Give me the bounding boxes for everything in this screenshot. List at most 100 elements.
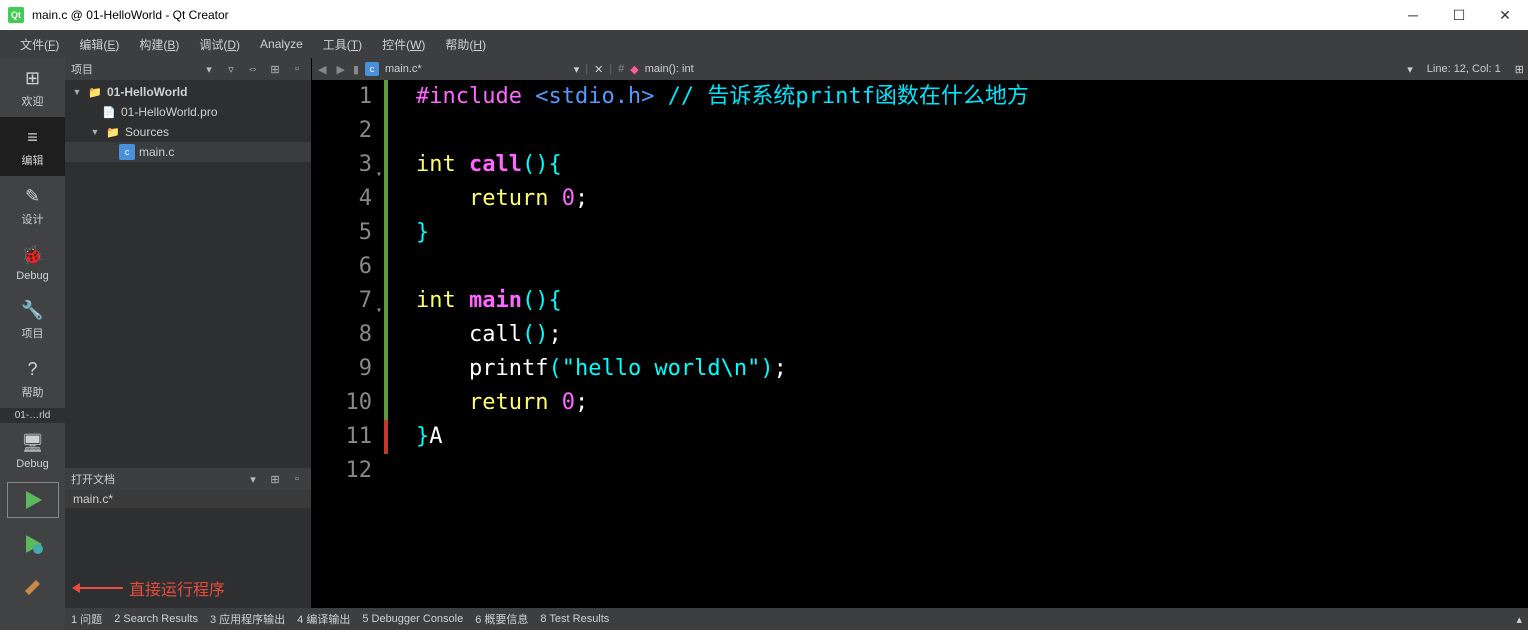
run-button[interactable]: [7, 482, 59, 518]
menu-编辑[interactable]: 编辑(E): [69, 32, 129, 57]
panel-close-icon[interactable]: ▫: [289, 473, 305, 485]
panel-close-icon[interactable]: ▫: [289, 63, 305, 75]
dropdown-icon[interactable]: ▾: [201, 63, 217, 76]
expand-icon: ▼: [89, 127, 101, 137]
mode-icon: 🔧: [21, 298, 45, 322]
link-icon[interactable]: ⇔: [245, 63, 261, 75]
line-number[interactable]: 6: [312, 250, 372, 284]
titlebar: Qt main.c @ 01-HelloWorld - Qt Creator ─…: [0, 0, 1528, 30]
menu-帮助[interactable]: 帮助(H): [435, 32, 496, 57]
output-pane-6-概要信息[interactable]: 6 概要信息: [475, 611, 528, 627]
debug-run-button[interactable]: [7, 526, 59, 562]
code-line[interactable]: printf("hello world\n");: [416, 352, 1528, 386]
code-line[interactable]: [416, 114, 1528, 148]
dropdown-icon[interactable]: ▾: [574, 63, 580, 76]
line-number[interactable]: 9: [312, 352, 372, 386]
menu-构建[interactable]: 构建(B): [129, 32, 189, 57]
output-pane-4-编译输出[interactable]: 4 编译输出: [297, 611, 350, 627]
cursor-position[interactable]: Line: 12, Col: 1: [1419, 63, 1509, 75]
code-line[interactable]: int call(){: [416, 148, 1528, 182]
tree-main-file[interactable]: c main.c: [65, 142, 311, 162]
output-pane-2-Search-Results[interactable]: 2 Search Results: [114, 613, 198, 625]
hammer-icon: [22, 577, 44, 599]
line-number[interactable]: 4: [312, 182, 372, 216]
mode-帮助[interactable]: ?帮助: [0, 349, 65, 408]
mode-项目[interactable]: 🔧项目: [0, 290, 65, 349]
code-line[interactable]: }: [416, 216, 1528, 250]
code-line[interactable]: return 0;: [416, 182, 1528, 216]
line-number[interactable]: 10: [312, 386, 372, 420]
nav-back-button[interactable]: ◀: [316, 63, 328, 76]
mode-icon: 🐞: [21, 243, 45, 267]
mode-欢迎[interactable]: ⊞欢迎: [0, 58, 65, 117]
menu-调试[interactable]: 调试(D): [189, 32, 250, 57]
kit-selector[interactable]: 01-…rld: [0, 408, 65, 423]
code-line[interactable]: return 0;: [416, 386, 1528, 420]
annotation-text: 直接运行程序: [129, 576, 225, 600]
code-line[interactable]: int main(){: [416, 284, 1528, 318]
kit-target-button[interactable]: 🖥 Debug: [0, 423, 65, 478]
mode-设计[interactable]: ✎设计: [0, 176, 65, 235]
code-line[interactable]: #include <stdio.h> // 告诉系统printf函数在什么地方: [416, 80, 1528, 114]
menu-文件[interactable]: 文件(F): [10, 32, 69, 57]
editor-filename: main.c*: [385, 63, 422, 75]
expand-icon: ▼: [71, 87, 83, 97]
line-number[interactable]: 2: [312, 114, 372, 148]
maximize-button[interactable]: ☐: [1436, 0, 1482, 30]
code-editor[interactable]: 123▾4567▾89101112 #include <stdio.h> // …: [312, 80, 1528, 630]
tree-sources-folder[interactable]: ▼ 📁 Sources: [65, 122, 311, 142]
mode-编辑[interactable]: ≡编辑: [0, 117, 65, 176]
nav-forward-button[interactable]: ▶: [334, 63, 346, 76]
mode-icon: ⊞: [21, 66, 45, 90]
tree-main-label: main.c: [139, 145, 174, 159]
split-icon[interactable]: ⊞: [267, 473, 283, 486]
line-number[interactable]: 1: [312, 80, 372, 114]
open-doc-item[interactable]: main.c*: [65, 490, 311, 508]
monitor-icon: 🖥: [21, 431, 45, 455]
filter-icon[interactable]: ▿: [223, 63, 239, 76]
code-line[interactable]: }A: [416, 420, 1528, 454]
menu-工具[interactable]: 工具(T): [313, 32, 372, 57]
line-number[interactable]: 5: [312, 216, 372, 250]
project-panel-title: 项目: [71, 61, 195, 77]
split-editor-icon[interactable]: ⊞: [1515, 63, 1524, 76]
code-line[interactable]: [416, 454, 1528, 488]
line-number[interactable]: 12: [312, 454, 372, 488]
fold-icon[interactable]: ▾: [376, 158, 382, 192]
minimize-button[interactable]: ─: [1390, 0, 1436, 30]
menu-Analyze[interactable]: Analyze: [250, 33, 313, 55]
fold-icon[interactable]: ▾: [376, 294, 382, 328]
build-button[interactable]: [7, 570, 59, 606]
close-button[interactable]: ✕: [1482, 0, 1528, 30]
tree-pro-label: 01-HelloWorld.pro: [121, 105, 218, 119]
editor-area: ◀ ▶ ▮ c main.c* ▾ | ✕ | # ◆ main(): int …: [312, 58, 1528, 630]
pro-file-icon: 📄: [101, 104, 117, 120]
editor-close-button[interactable]: ✕: [594, 63, 603, 76]
code-line[interactable]: call();: [416, 318, 1528, 352]
line-number[interactable]: 3▾: [312, 148, 372, 182]
kit-debug-label: Debug: [16, 458, 48, 470]
output-pane-1-问题[interactable]: 1 问题: [71, 611, 102, 627]
output-panes-bar: 1 问题 2 Search Results 3 应用程序输出 4 编译输出 5 Debu…: [65, 608, 1528, 630]
mode-Debug[interactable]: 🐞Debug: [0, 235, 65, 290]
bookmark-icon[interactable]: ▮: [353, 63, 359, 76]
split-icon[interactable]: ⊞: [267, 63, 283, 76]
tree-root[interactable]: ▼ 📁 01-HelloWorld: [65, 82, 311, 102]
output-pane-8-Test-Results[interactable]: 8 Test Results: [540, 613, 609, 625]
mode-icon: ≡: [21, 125, 45, 149]
annotation-arrow-icon: [73, 587, 123, 589]
menu-控件[interactable]: 控件(W): [372, 32, 435, 57]
line-number[interactable]: 7▾: [312, 284, 372, 318]
line-number[interactable]: 11: [312, 420, 372, 454]
window-title: main.c @ 01-HelloWorld - Qt Creator: [32, 8, 1390, 22]
output-pane-3-应用程序输出[interactable]: 3 应用程序输出: [210, 611, 285, 627]
code-line[interactable]: [416, 250, 1528, 284]
tree-pro-file[interactable]: 📄 01-HelloWorld.pro: [65, 102, 311, 122]
output-pane-5-Debugger-Console[interactable]: 5 Debugger Console: [362, 613, 463, 625]
dropdown-icon[interactable]: ▾: [1407, 63, 1413, 76]
dropdown-icon[interactable]: ▾: [245, 473, 261, 486]
line-number[interactable]: 8: [312, 318, 372, 352]
output-toggle-icon[interactable]: ▴: [1516, 613, 1522, 626]
project-tree: ▼ 📁 01-HelloWorld 📄 01-HelloWorld.pro ▼ …: [65, 80, 311, 468]
mode-sidebar: ⊞欢迎≡编辑✎设计🐞Debug🔧项目?帮助 01-…rld 🖥 Debug: [0, 58, 65, 630]
